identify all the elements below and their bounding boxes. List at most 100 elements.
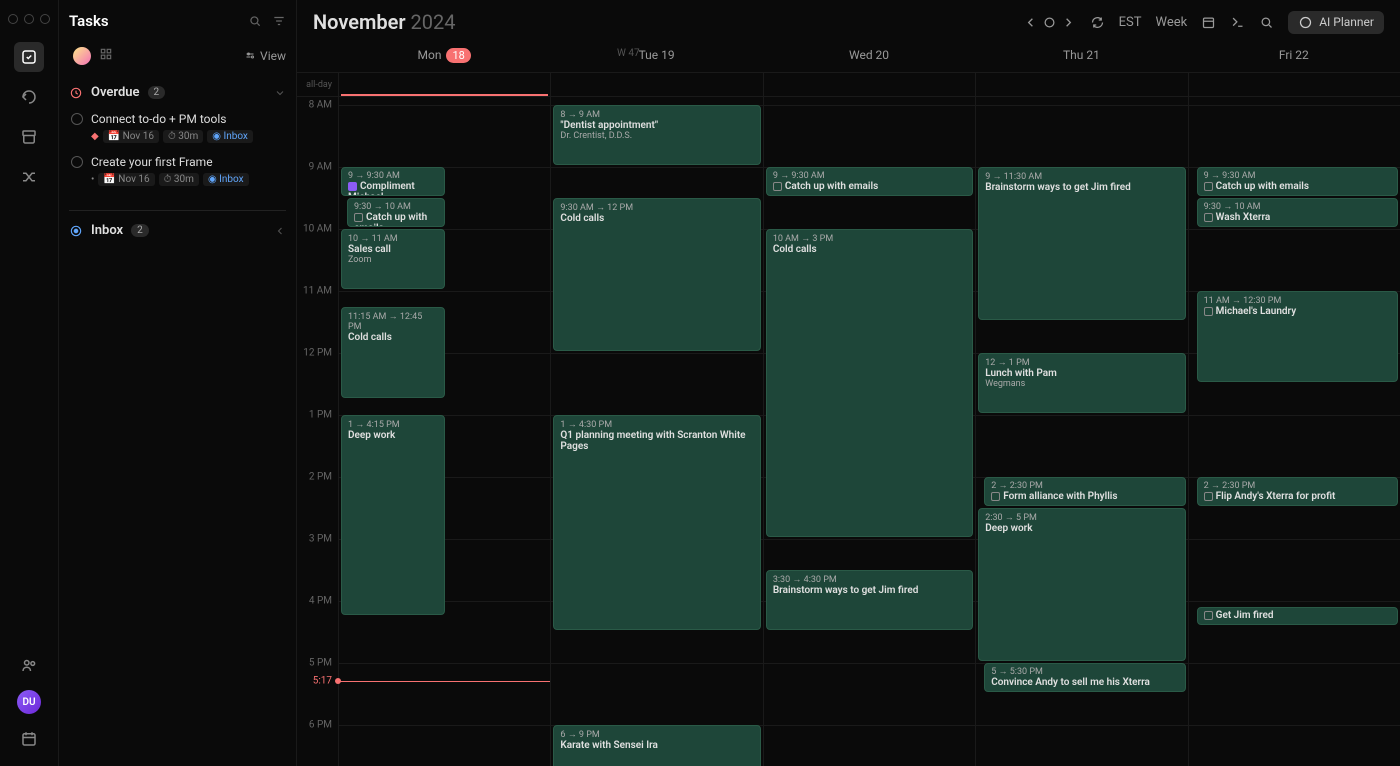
day-column[interactable]: 9 → 9:30 AMCatch up with emails 10 AM → 3… xyxy=(763,97,975,766)
day-header[interactable]: Thu 21 xyxy=(975,42,1187,72)
task-duration-chip: ⏱ 30m xyxy=(159,173,199,186)
tasks-icon[interactable] xyxy=(14,42,44,72)
task-item[interactable]: Create your first Frame • 📅 Nov 16 ⏱ 30m… xyxy=(69,155,286,186)
task-checkbox[interactable] xyxy=(71,156,83,168)
time-label: 11 AM xyxy=(303,286,332,297)
event-time: 9 → 9:30 AM xyxy=(348,170,438,181)
calendar-event[interactable]: 2:30 → 5 PMDeep work xyxy=(978,508,1185,661)
workspace-chip[interactable] xyxy=(73,47,91,65)
calendar-event[interactable]: 11:15 AM → 12:45 PMCold calls xyxy=(341,307,445,398)
calendar-event[interactable]: 9:30 → 10 AMWash Xterra xyxy=(1197,198,1398,227)
event-title: Q1 planning meeting with Scranton White … xyxy=(560,430,753,452)
task-date-chip: 📅 Nov 16 xyxy=(98,173,154,186)
task-name: Connect to-do + PM tools xyxy=(91,112,226,126)
close-icon[interactable] xyxy=(8,14,18,24)
event-checkbox[interactable] xyxy=(773,182,782,191)
time-label: 3 PM xyxy=(309,534,332,545)
priority-dot: ◆ xyxy=(91,131,99,142)
view-button[interactable]: View xyxy=(244,49,286,63)
calendar-event[interactable]: 10 → 11 AMSales callZoom xyxy=(341,229,445,289)
event-checkbox[interactable] xyxy=(348,182,357,191)
calendar-event[interactable]: 10 AM → 3 PMCold calls xyxy=(766,229,973,537)
day-header[interactable]: Wed 20 xyxy=(763,42,975,72)
calendar-event[interactable]: 8 → 9 AM"Dentist appointment"Dr. Crentis… xyxy=(553,105,760,165)
search-icon[interactable] xyxy=(248,14,262,28)
calendar-event[interactable]: 9 → 9:30 AMCatch up with emails xyxy=(766,167,973,196)
calendar-event[interactable]: 11 AM → 12:30 PMMichael's Laundry xyxy=(1197,291,1398,382)
event-checkbox[interactable] xyxy=(1204,213,1213,222)
minimize-icon[interactable] xyxy=(24,14,34,24)
day-column[interactable]: 9 → 11:30 AMBrainstorm ways to get Jim f… xyxy=(975,97,1187,766)
task-item[interactable]: Connect to-do + PM tools ◆ 📅 Nov 16 ⏱ 30… xyxy=(69,112,286,143)
ai-planner-button[interactable]: AI Planner xyxy=(1288,11,1384,34)
prev-week-icon[interactable] xyxy=(1023,15,1038,30)
day-columns: 9 → 9:30 AMCompliment Michael9:30 → 10 A… xyxy=(338,97,1400,766)
calendar-app-icon[interactable] xyxy=(14,724,44,754)
calendar-event[interactable]: 2 → 2:30 PMFlip Andy's Xterra for profit xyxy=(1197,477,1398,506)
routines-icon[interactable] xyxy=(14,82,44,112)
calendar-event[interactable]: 1 → 4:30 PMQ1 planning meeting with Scra… xyxy=(553,415,760,630)
allday-cell[interactable] xyxy=(975,73,1187,96)
event-title: Lunch with Pam xyxy=(985,368,1178,379)
calendar-event[interactable]: 5 → 5:30 PMConvince Andy to sell me his … xyxy=(984,663,1185,692)
inbox-section-header[interactable]: Inbox 2 xyxy=(69,223,286,238)
people-icon[interactable] xyxy=(14,650,44,680)
calendar-event[interactable]: 2 → 2:30 PMForm alliance with Phyllis xyxy=(984,477,1185,506)
calendar-event[interactable]: 9:30 → 10 AMCatch up with emails xyxy=(347,198,445,227)
day-header[interactable]: Tue 19 xyxy=(550,42,762,72)
day-column[interactable]: 9 → 9:30 AMCatch up with emails9:30 → 10… xyxy=(1188,97,1400,766)
maximize-icon[interactable] xyxy=(40,14,50,24)
calendar-event[interactable]: 9 → 11:30 AMBrainstorm ways to get Jim f… xyxy=(978,167,1185,320)
calendar-event[interactable]: 9 → 9:30 AMCompliment Michael xyxy=(341,167,445,196)
allday-cell[interactable] xyxy=(763,73,975,96)
day-column[interactable]: 9 → 9:30 AMCompliment Michael9:30 → 10 A… xyxy=(338,97,550,766)
search-icon[interactable] xyxy=(1259,15,1274,30)
event-time: 1 → 4:30 PM xyxy=(560,419,753,430)
event-time: 10 AM → 3 PM xyxy=(773,233,966,244)
today-icon[interactable] xyxy=(1042,15,1057,30)
calendar-event[interactable]: 3:30 → 4:30 PMBrainstorm ways to get Jim… xyxy=(766,570,973,630)
calendar-event[interactable]: 12 → 1 PMLunch with PamWegmans xyxy=(978,353,1185,413)
calendar-event[interactable]: 6 → 9 PMKarate with Sensei Ira xyxy=(553,725,760,766)
event-time: 3:30 → 4:30 PM xyxy=(773,574,966,585)
task-name: Create your first Frame xyxy=(91,155,213,169)
day-header[interactable]: Fri 22 xyxy=(1188,42,1400,72)
event-checkbox[interactable] xyxy=(1204,307,1213,316)
allday-cell[interactable] xyxy=(1188,73,1400,96)
now-indicator xyxy=(338,681,550,682)
event-checkbox[interactable] xyxy=(991,492,1000,501)
calendar-event[interactable]: 9 → 9:30 AMCatch up with emails xyxy=(1197,167,1398,196)
event-time: 12 → 1 PM xyxy=(985,357,1178,368)
command-icon[interactable] xyxy=(1230,15,1245,30)
event-checkbox[interactable] xyxy=(1204,182,1213,191)
event-title: Cold calls xyxy=(773,244,966,255)
archive-icon[interactable] xyxy=(14,122,44,152)
overdue-section-header[interactable]: Overdue 2 xyxy=(69,85,286,100)
event-checkbox[interactable] xyxy=(1204,611,1213,620)
avatar[interactable]: DU xyxy=(17,690,41,714)
calendar-icon[interactable] xyxy=(1201,15,1216,30)
event-checkbox[interactable] xyxy=(1204,492,1213,501)
calendar-event[interactable]: 1 → 4:15 PMDeep work xyxy=(341,415,445,615)
filter-icon[interactable] xyxy=(272,14,286,28)
task-checkbox[interactable] xyxy=(71,113,83,125)
allday-label: all-day xyxy=(297,73,338,96)
layouts-icon[interactable] xyxy=(99,46,113,65)
event-checkbox[interactable] xyxy=(354,213,363,222)
view-mode-label[interactable]: Week xyxy=(1156,15,1188,30)
event-title: Deep work xyxy=(348,430,438,441)
day-column[interactable]: 8 → 9 AM"Dentist appointment"Dr. Crentis… xyxy=(550,97,762,766)
calendar-grid[interactable]: 8 AM9 AM10 AM11 AM12 PM1 PM2 PM3 PM4 PM5… xyxy=(297,97,1400,766)
overdue-label: Overdue xyxy=(91,85,140,100)
timezone-label[interactable]: EST xyxy=(1119,15,1142,30)
next-week-icon[interactable] xyxy=(1061,15,1076,30)
calendar-event[interactable]: Get Jim fired xyxy=(1197,607,1398,625)
task-bucket-chip: ◉ Inbox xyxy=(207,130,253,143)
day-header[interactable]: Mon 18 xyxy=(338,42,550,72)
calendar-event[interactable]: 9:30 AM → 12 PMCold calls xyxy=(553,198,760,351)
allday-cell[interactable] xyxy=(550,73,762,96)
refresh-icon[interactable] xyxy=(1090,15,1105,30)
event-title: Wash Xterra xyxy=(1204,212,1391,223)
allday-cell[interactable] xyxy=(338,73,550,96)
shuffle-icon[interactable] xyxy=(14,162,44,192)
